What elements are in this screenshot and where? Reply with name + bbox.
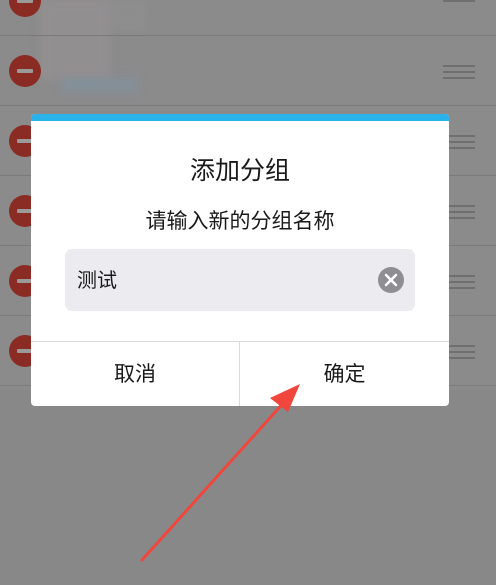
group-name-input-value[interactable]: 测试 bbox=[77, 265, 117, 295]
confirm-button[interactable]: 确定 bbox=[240, 342, 449, 406]
add-group-dialog: 添加分组 请输入新的分组名称 测试 取消 确定 bbox=[31, 114, 449, 406]
group-name-input[interactable]: 测试 bbox=[65, 249, 415, 311]
dialog-accent-bar bbox=[31, 114, 449, 121]
drag-handle-icon[interactable] bbox=[443, 0, 475, 8]
dialog-message: 请输入新的分组名称 bbox=[145, 209, 335, 233]
remove-circle-icon[interactable] bbox=[9, 55, 41, 87]
remove-circle-icon[interactable] bbox=[9, 0, 41, 17]
drag-handle-icon[interactable] bbox=[443, 65, 475, 79]
dialog-title: 添加分组 bbox=[189, 156, 290, 185]
cancel-button[interactable]: 取消 bbox=[31, 342, 239, 406]
list-item bbox=[0, 36, 496, 106]
clear-icon[interactable] bbox=[377, 266, 405, 294]
list-item bbox=[0, 0, 496, 36]
